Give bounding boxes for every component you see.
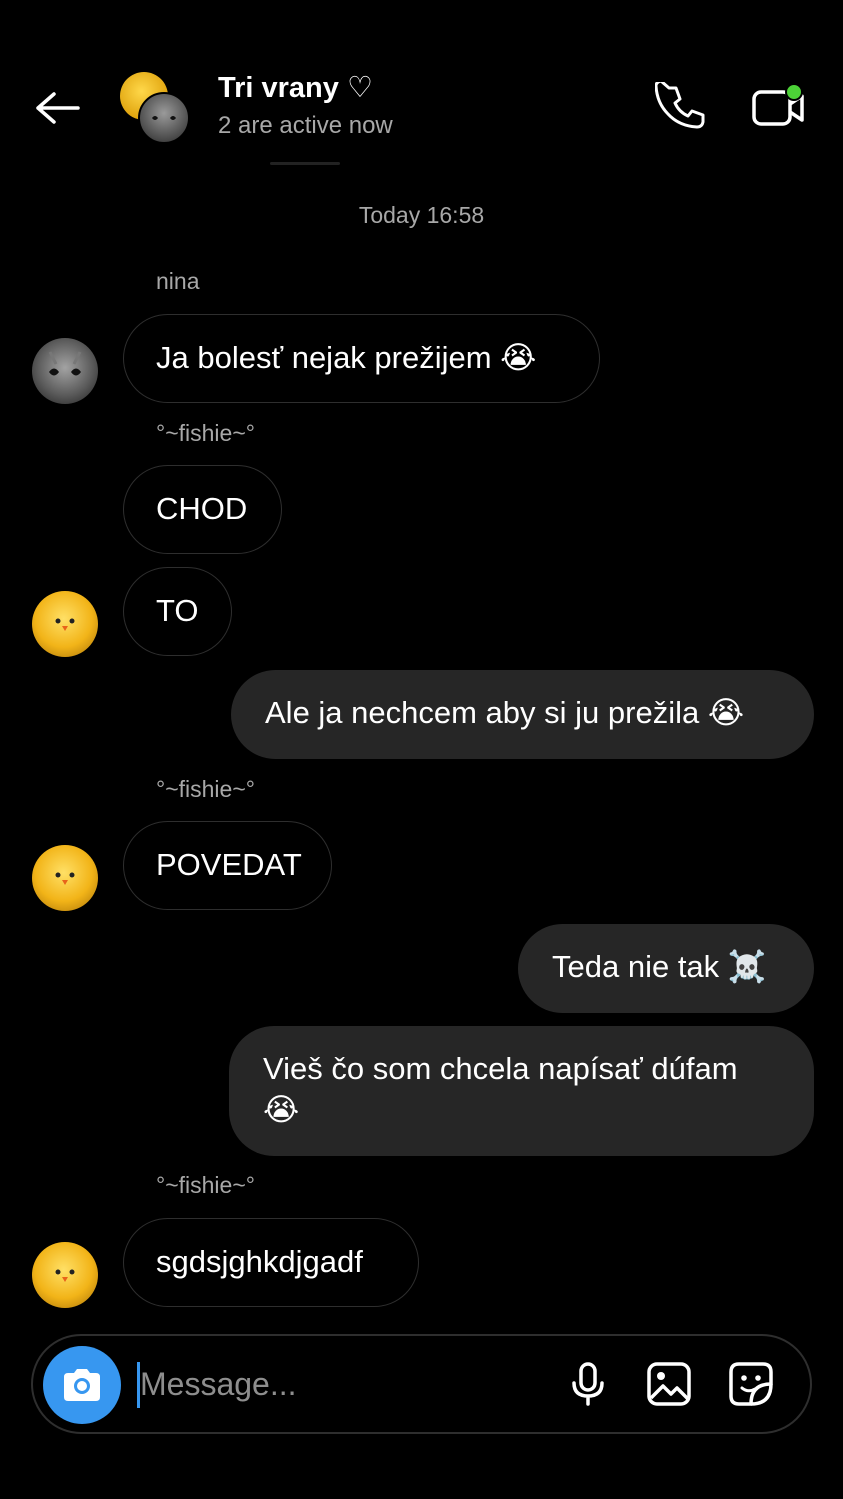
group-avatar[interactable] bbox=[120, 72, 190, 144]
message-input[interactable] bbox=[140, 1356, 540, 1412]
sender-name: °~fishie~° bbox=[156, 776, 255, 802]
video-camera-icon bbox=[752, 83, 804, 126]
header-divider bbox=[270, 162, 340, 165]
arrow-left-icon bbox=[36, 92, 80, 124]
message-line: Vieš čo som chcela napísať dúfam bbox=[263, 1051, 738, 1086]
back-button[interactable] bbox=[30, 86, 84, 130]
microphone-button[interactable] bbox=[564, 1360, 612, 1408]
avatar-cat bbox=[138, 92, 190, 144]
microphone-icon bbox=[572, 1362, 604, 1406]
message-bubble-outgoing[interactable]: Vieš čo som chcela napísať dúfam 😭 bbox=[229, 1026, 814, 1156]
camera-button[interactable] bbox=[43, 1346, 121, 1424]
avatar[interactable] bbox=[32, 845, 98, 911]
message-bubble[interactable]: POVEDAT bbox=[123, 821, 332, 910]
sender-name: °~fishie~° bbox=[156, 1172, 255, 1198]
message-bubble[interactable]: sgdsjghkdjgadf bbox=[123, 1218, 419, 1307]
camera-icon bbox=[64, 1369, 100, 1401]
message-line: 😭 bbox=[263, 1092, 300, 1127]
phone-icon bbox=[654, 79, 705, 129]
sticker-icon bbox=[729, 1362, 773, 1406]
voice-call-button[interactable] bbox=[654, 79, 707, 134]
gallery-button[interactable] bbox=[645, 1360, 693, 1408]
sender-name: nina bbox=[156, 268, 200, 294]
video-call-button[interactable] bbox=[750, 82, 808, 134]
active-status: 2 are active now bbox=[218, 112, 393, 139]
sender-name: °~fishie~° bbox=[156, 420, 255, 446]
sticker-button[interactable] bbox=[727, 1360, 775, 1408]
timestamp: Today 16:58 bbox=[358, 202, 485, 228]
gallery-icon bbox=[647, 1362, 691, 1406]
avatar[interactable] bbox=[32, 338, 98, 404]
avatar[interactable] bbox=[32, 1242, 98, 1308]
message-bubble[interactable]: Ja bolesť nejak prežijem 😭 bbox=[123, 314, 600, 403]
chat-title[interactable]: Tri vrany ♡ bbox=[218, 70, 373, 105]
message-bubble[interactable]: CHOD bbox=[123, 465, 282, 554]
message-bubble[interactable]: TO bbox=[123, 567, 232, 656]
message-bubble-outgoing[interactable]: Teda nie tak ☠️ bbox=[518, 924, 814, 1013]
avatar[interactable] bbox=[32, 591, 98, 657]
message-bubble-outgoing[interactable]: Ale ja nechcem aby si ju prežila 😭 bbox=[231, 670, 814, 759]
